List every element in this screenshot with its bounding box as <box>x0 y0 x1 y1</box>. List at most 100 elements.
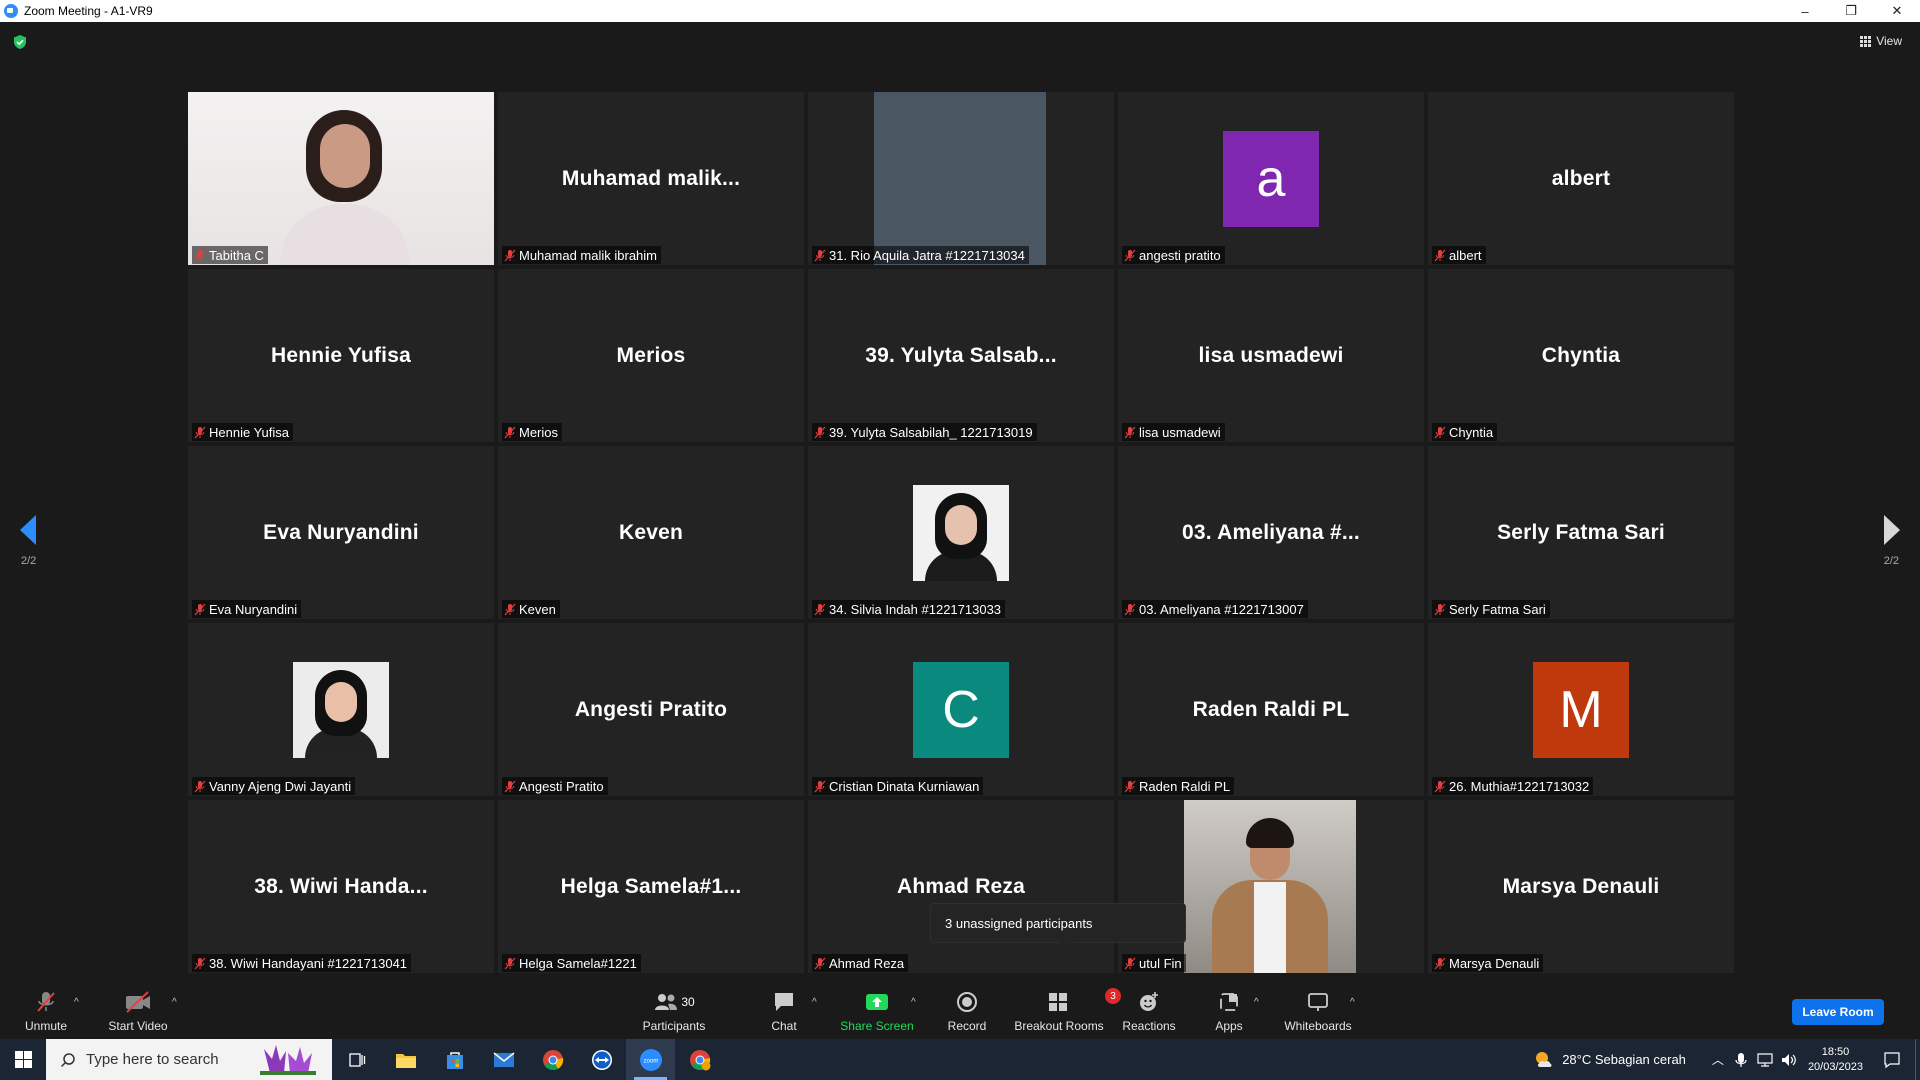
participant-avatar: C <box>913 661 1009 758</box>
participant-tile[interactable]: albert albert <box>1428 92 1734 265</box>
unmute-button[interactable]: Unmute <box>22 982 70 1039</box>
chat-icon <box>772 990 796 1014</box>
muted-mic-icon <box>504 780 516 792</box>
search-icon <box>60 1052 75 1067</box>
close-button[interactable]: ✕ <box>1874 0 1920 22</box>
participant-name: Chyntia <box>1449 424 1494 440</box>
participant-tile[interactable]: Keven Keven <box>498 446 804 619</box>
restore-button[interactable]: ❐ <box>1828 0 1874 22</box>
show-hidden-icons-chevron-icon[interactable]: ︿ <box>1712 1051 1724 1068</box>
security-shield-icon[interactable] <box>12 34 28 50</box>
muted-mic-icon <box>1124 249 1136 261</box>
weather-sun-cloud-icon <box>1536 1051 1552 1067</box>
participant-name-label: Vanny Ajeng Dwi Jayanti <box>192 777 356 795</box>
participant-name-label: lisa usmadewi <box>1122 423 1225 441</box>
participant-tile[interactable]: Hennie Yufisa Hennie Yufisa <box>188 269 494 442</box>
minimize-button[interactable]: – <box>1782 0 1828 22</box>
participant-tile[interactable]: Marsya Denauli Marsya Denauli <box>1428 800 1734 973</box>
participant-tile[interactable]: M 26. Muthia#1221713032 <box>1428 623 1734 796</box>
participant-name-label: 39. Yulyta Salsabilah_ 1221713019 <box>812 423 1037 441</box>
chrome-button[interactable] <box>528 1039 577 1080</box>
mail-button[interactable] <box>479 1039 528 1080</box>
view-button[interactable]: View <box>1860 34 1902 48</box>
participant-name: 34. Silvia Indah #1221713033 <box>829 601 1002 617</box>
participant-tile[interactable]: Tabitha C <box>188 92 494 265</box>
participant-tile[interactable]: 31. Rio Aquila Jatra #1221713034 <box>808 92 1114 265</box>
search-highlight-flowers-icon <box>260 1045 316 1075</box>
leave-room-button[interactable]: Leave Room <box>1792 999 1884 1025</box>
teamviewer-button[interactable] <box>577 1039 626 1080</box>
participant-name-label: Tabitha C <box>192 246 268 264</box>
reactions-button[interactable]: Reactions <box>1118 982 1180 1039</box>
participant-tile[interactable]: Vanny Ajeng Dwi Jayanti <box>188 623 494 796</box>
participant-tile[interactable]: Angesti Pratito Angesti Pratito <box>498 623 804 796</box>
participant-tile[interactable]: Serly Fatma Sari Serly Fatma Sari <box>1428 446 1734 619</box>
participant-tile[interactable]: C Cristian Dinata Kurniawan <box>808 623 1114 796</box>
participant-name: utul Fin <box>1139 955 1182 971</box>
record-button[interactable]: Record <box>942 982 992 1039</box>
participants-icon-wrap: 30 <box>653 990 695 1014</box>
participant-name-label: albert <box>1432 246 1486 264</box>
muted-mic-icon <box>814 957 826 969</box>
participant-tile[interactable]: Muhamad malik... Muhamad malik ibrahim <box>498 92 804 265</box>
participant-name-label: Ahmad Reza <box>812 954 909 972</box>
participant-tile[interactable]: 03. Ameliyana #... 03. Ameliyana #1221713… <box>1118 446 1424 619</box>
zoom-taskbar-button[interactable]: zoom <box>626 1039 675 1080</box>
participant-name: Marsya Denauli <box>1449 955 1540 971</box>
participant-display-name: Chyntia <box>1541 343 1621 367</box>
muted-mic-icon <box>504 426 516 438</box>
file-explorer-button[interactable] <box>381 1039 430 1080</box>
previous-page-arrow-icon[interactable] <box>20 515 36 545</box>
participant-tile[interactable]: Helga Samela#1... Helga Samela#1221 <box>498 800 804 973</box>
page-indicator-left: 2/2 <box>21 555 37 567</box>
participant-tile[interactable]: utul Fin <box>1118 800 1424 973</box>
participant-profile-photo <box>293 661 389 758</box>
participant-tile[interactable]: Merios Merios <box>498 269 804 442</box>
chat-button[interactable]: Chat <box>760 982 808 1039</box>
weather-text: 28°C Sebagian cerah <box>1562 1052 1686 1067</box>
participants-button[interactable]: 30 Participants <box>640 982 708 1039</box>
participant-tile[interactable]: Chyntia Chyntia <box>1428 269 1734 442</box>
taskbar-clock[interactable]: 18:50 20/03/2023 <box>1808 1045 1863 1075</box>
muted-mic-icon <box>194 780 206 792</box>
participant-tile[interactable]: 38. Wiwi Handa... 38. Wiwi Handayani #122… <box>188 800 494 973</box>
whiteboards-options-caret[interactable]: ^ <box>1350 997 1355 1008</box>
breakout-rooms-button[interactable]: 3 Breakout Rooms <box>1012 982 1121 1039</box>
share-screen-label: Share Screen <box>840 1019 914 1033</box>
share-screen-button[interactable]: Share Screen <box>836 982 918 1039</box>
participant-display-name: 03. Ameliyana #... <box>1182 520 1360 544</box>
search-placeholder: Type here to search <box>86 1051 219 1068</box>
participant-name: Ahmad Reza <box>829 955 905 971</box>
participant-tile[interactable]: a angesti pratito <box>1118 92 1424 265</box>
next-page-arrow-icon[interactable] <box>1884 515 1900 545</box>
show-desktop-button[interactable] <box>1915 1039 1920 1080</box>
start-button[interactable] <box>0 1039 46 1080</box>
taskbar-search[interactable]: Type here to search <box>46 1039 332 1080</box>
whiteboards-button[interactable]: Whiteboards <box>1280 982 1356 1039</box>
participant-video <box>188 92 494 265</box>
participant-tile[interactable]: 34. Silvia Indah #1221713033 <box>808 446 1114 619</box>
share-options-caret[interactable]: ^ <box>911 997 916 1008</box>
participant-display-name: Hennie Yufisa <box>271 343 411 367</box>
participant-tile[interactable]: Eva Nuryandini Eva Nuryandini <box>188 446 494 619</box>
chrome-profile-button[interactable] <box>675 1039 724 1080</box>
microsoft-store-button[interactable] <box>430 1039 479 1080</box>
notifications-icon[interactable] <box>1883 1051 1901 1069</box>
participant-tile[interactable]: Raden Raldi PL Raden Raldi PL <box>1118 623 1424 796</box>
chat-options-caret[interactable]: ^ <box>812 997 817 1008</box>
network-icon[interactable] <box>1756 1052 1774 1068</box>
apps-button[interactable]: Apps <box>1209 982 1249 1039</box>
weather-widget[interactable]: 28°C Sebagian cerah <box>1532 1049 1686 1071</box>
participant-display-name: Angesti Pratito <box>574 697 728 721</box>
microphone-tray-icon[interactable] <box>1734 1052 1748 1068</box>
volume-icon[interactable] <box>1780 1052 1798 1068</box>
participant-tile[interactable]: 39. Yulyta Salsab... 39. Yulyta Salsabila… <box>808 269 1114 442</box>
apps-options-caret[interactable]: ^ <box>1254 997 1259 1008</box>
teamviewer-icon <box>591 1049 612 1070</box>
participant-tile[interactable]: lisa usmadewi lisa usmadewi <box>1118 269 1424 442</box>
task-view-button[interactable] <box>332 1039 381 1080</box>
video-options-caret[interactable]: ^ <box>172 997 177 1008</box>
audio-options-caret[interactable]: ^ <box>74 997 79 1008</box>
participant-name-label: Cristian Dinata Kurniawan <box>812 777 984 795</box>
start-video-button[interactable]: Start Video <box>104 982 172 1039</box>
